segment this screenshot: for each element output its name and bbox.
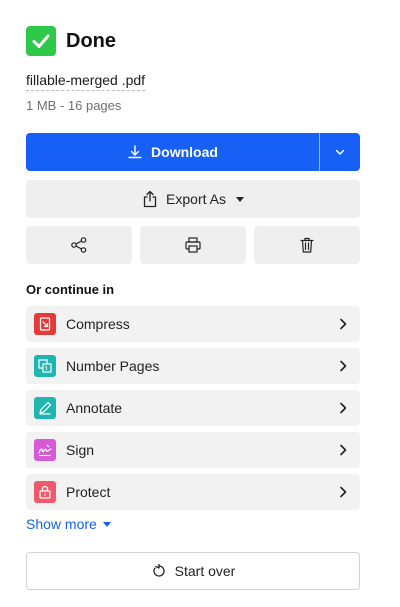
print-button[interactable] — [140, 226, 246, 264]
download-split-button: Download — [26, 133, 360, 171]
start-over-button[interactable]: Start over — [26, 552, 360, 590]
tool-label: Compress — [66, 316, 130, 332]
number-pages-icon — [34, 355, 56, 377]
tool-label: Protect — [66, 484, 111, 500]
show-more-link[interactable]: Show more — [26, 516, 111, 532]
print-icon — [185, 237, 201, 253]
tool-item-sign[interactable]: Sign — [26, 432, 360, 468]
tool-list: Compress Number Pages Annotate Sign Prot… — [26, 306, 360, 516]
tool-label: Annotate — [66, 400, 123, 416]
share-button[interactable] — [26, 226, 132, 264]
header: Done — [26, 26, 116, 56]
file-name: fillable-merged .pdf — [26, 72, 146, 91]
trash-icon — [300, 237, 314, 253]
export-as-label: Export As — [166, 191, 226, 207]
download-options-button[interactable] — [320, 133, 360, 171]
tool-item-annotate[interactable]: Annotate — [26, 390, 360, 426]
export-icon — [143, 190, 157, 208]
quick-actions-row — [26, 226, 360, 264]
compress-icon — [34, 313, 56, 335]
chevron-right-icon — [336, 443, 350, 457]
delete-button[interactable] — [254, 226, 360, 264]
tool-label: Number Pages — [66, 358, 160, 374]
download-label: Download — [151, 144, 218, 160]
check-icon — [26, 26, 56, 56]
chevron-right-icon — [336, 485, 350, 499]
tool-item-number-pages[interactable]: Number Pages — [26, 348, 360, 384]
export-as-button[interactable]: Export As — [26, 180, 360, 218]
caret-down-icon — [235, 196, 244, 202]
tool-item-protect[interactable]: Protect — [26, 474, 360, 510]
sign-icon — [34, 439, 56, 461]
chevron-right-icon — [336, 317, 350, 331]
share-icon — [71, 237, 87, 253]
chevron-down-icon — [335, 149, 345, 155]
tool-item-compress[interactable]: Compress — [26, 306, 360, 342]
protect-icon — [34, 481, 56, 503]
caret-down-icon — [102, 521, 111, 527]
tool-label: Sign — [66, 442, 95, 458]
file-meta: 1 MB - 16 pages — [26, 98, 122, 113]
download-icon — [128, 145, 142, 159]
start-over-label: Start over — [174, 563, 236, 579]
restart-icon — [153, 564, 165, 577]
continue-in-heading: Or continue in — [26, 282, 115, 297]
download-button[interactable]: Download — [26, 133, 319, 171]
chevron-right-icon — [336, 401, 350, 415]
annotate-icon — [34, 397, 56, 419]
chevron-right-icon — [336, 359, 350, 373]
page-title: Done — [66, 29, 116, 52]
show-more-label: Show more — [26, 516, 97, 532]
